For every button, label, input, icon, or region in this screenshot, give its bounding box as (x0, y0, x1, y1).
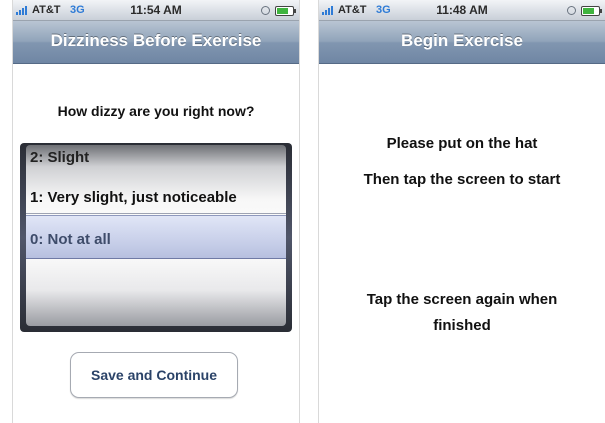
dizziness-picker[interactable]: 2: Slight 1: Very slight, just noticeabl… (20, 143, 292, 332)
battery-icon (581, 6, 602, 16)
screen-edge (299, 0, 300, 423)
screen-dizziness: AT&T 3G 11:54 AM Dizziness Before Exerci… (12, 0, 300, 423)
lock-rotation-icon (567, 6, 576, 15)
instruction-tap-finish: Tap the screen again when finished (366, 291, 558, 334)
screen-edge (318, 0, 319, 423)
tap-to-start-area[interactable] (318, 64, 605, 423)
status-bar: AT&T 3G 11:48 AM (318, 0, 605, 21)
nav-title: Dizziness Before Exercise (12, 21, 300, 64)
status-time: 11:48 AM (436, 3, 488, 17)
status-time: 11:54 AM (130, 3, 182, 17)
picker-option-selected[interactable]: 0: Not at all (30, 231, 286, 248)
lock-rotation-icon (261, 6, 270, 15)
picker-option[interactable]: 2: Slight (30, 149, 286, 166)
instruction-tap-start: Then tap the screen to start (363, 171, 561, 188)
screen-edge (12, 0, 13, 423)
screen-begin-exercise: AT&T 3G 11:48 AM Begin Exercise Please p… (318, 0, 605, 423)
picker-divider (26, 213, 286, 214)
nav-title: Begin Exercise (318, 21, 605, 64)
battery-icon (275, 6, 296, 16)
status-bar: AT&T 3G 11:54 AM (12, 0, 300, 21)
picker-option[interactable]: 1: Very slight, just noticeable (30, 189, 286, 206)
save-and-continue-button[interactable]: Save and Continue (70, 352, 238, 398)
question-label: How dizzy are you right now? (57, 103, 255, 119)
instruction-hat: Please put on the hat (386, 135, 538, 152)
picker-wheel[interactable]: 2: Slight 1: Very slight, just noticeabl… (26, 145, 286, 326)
